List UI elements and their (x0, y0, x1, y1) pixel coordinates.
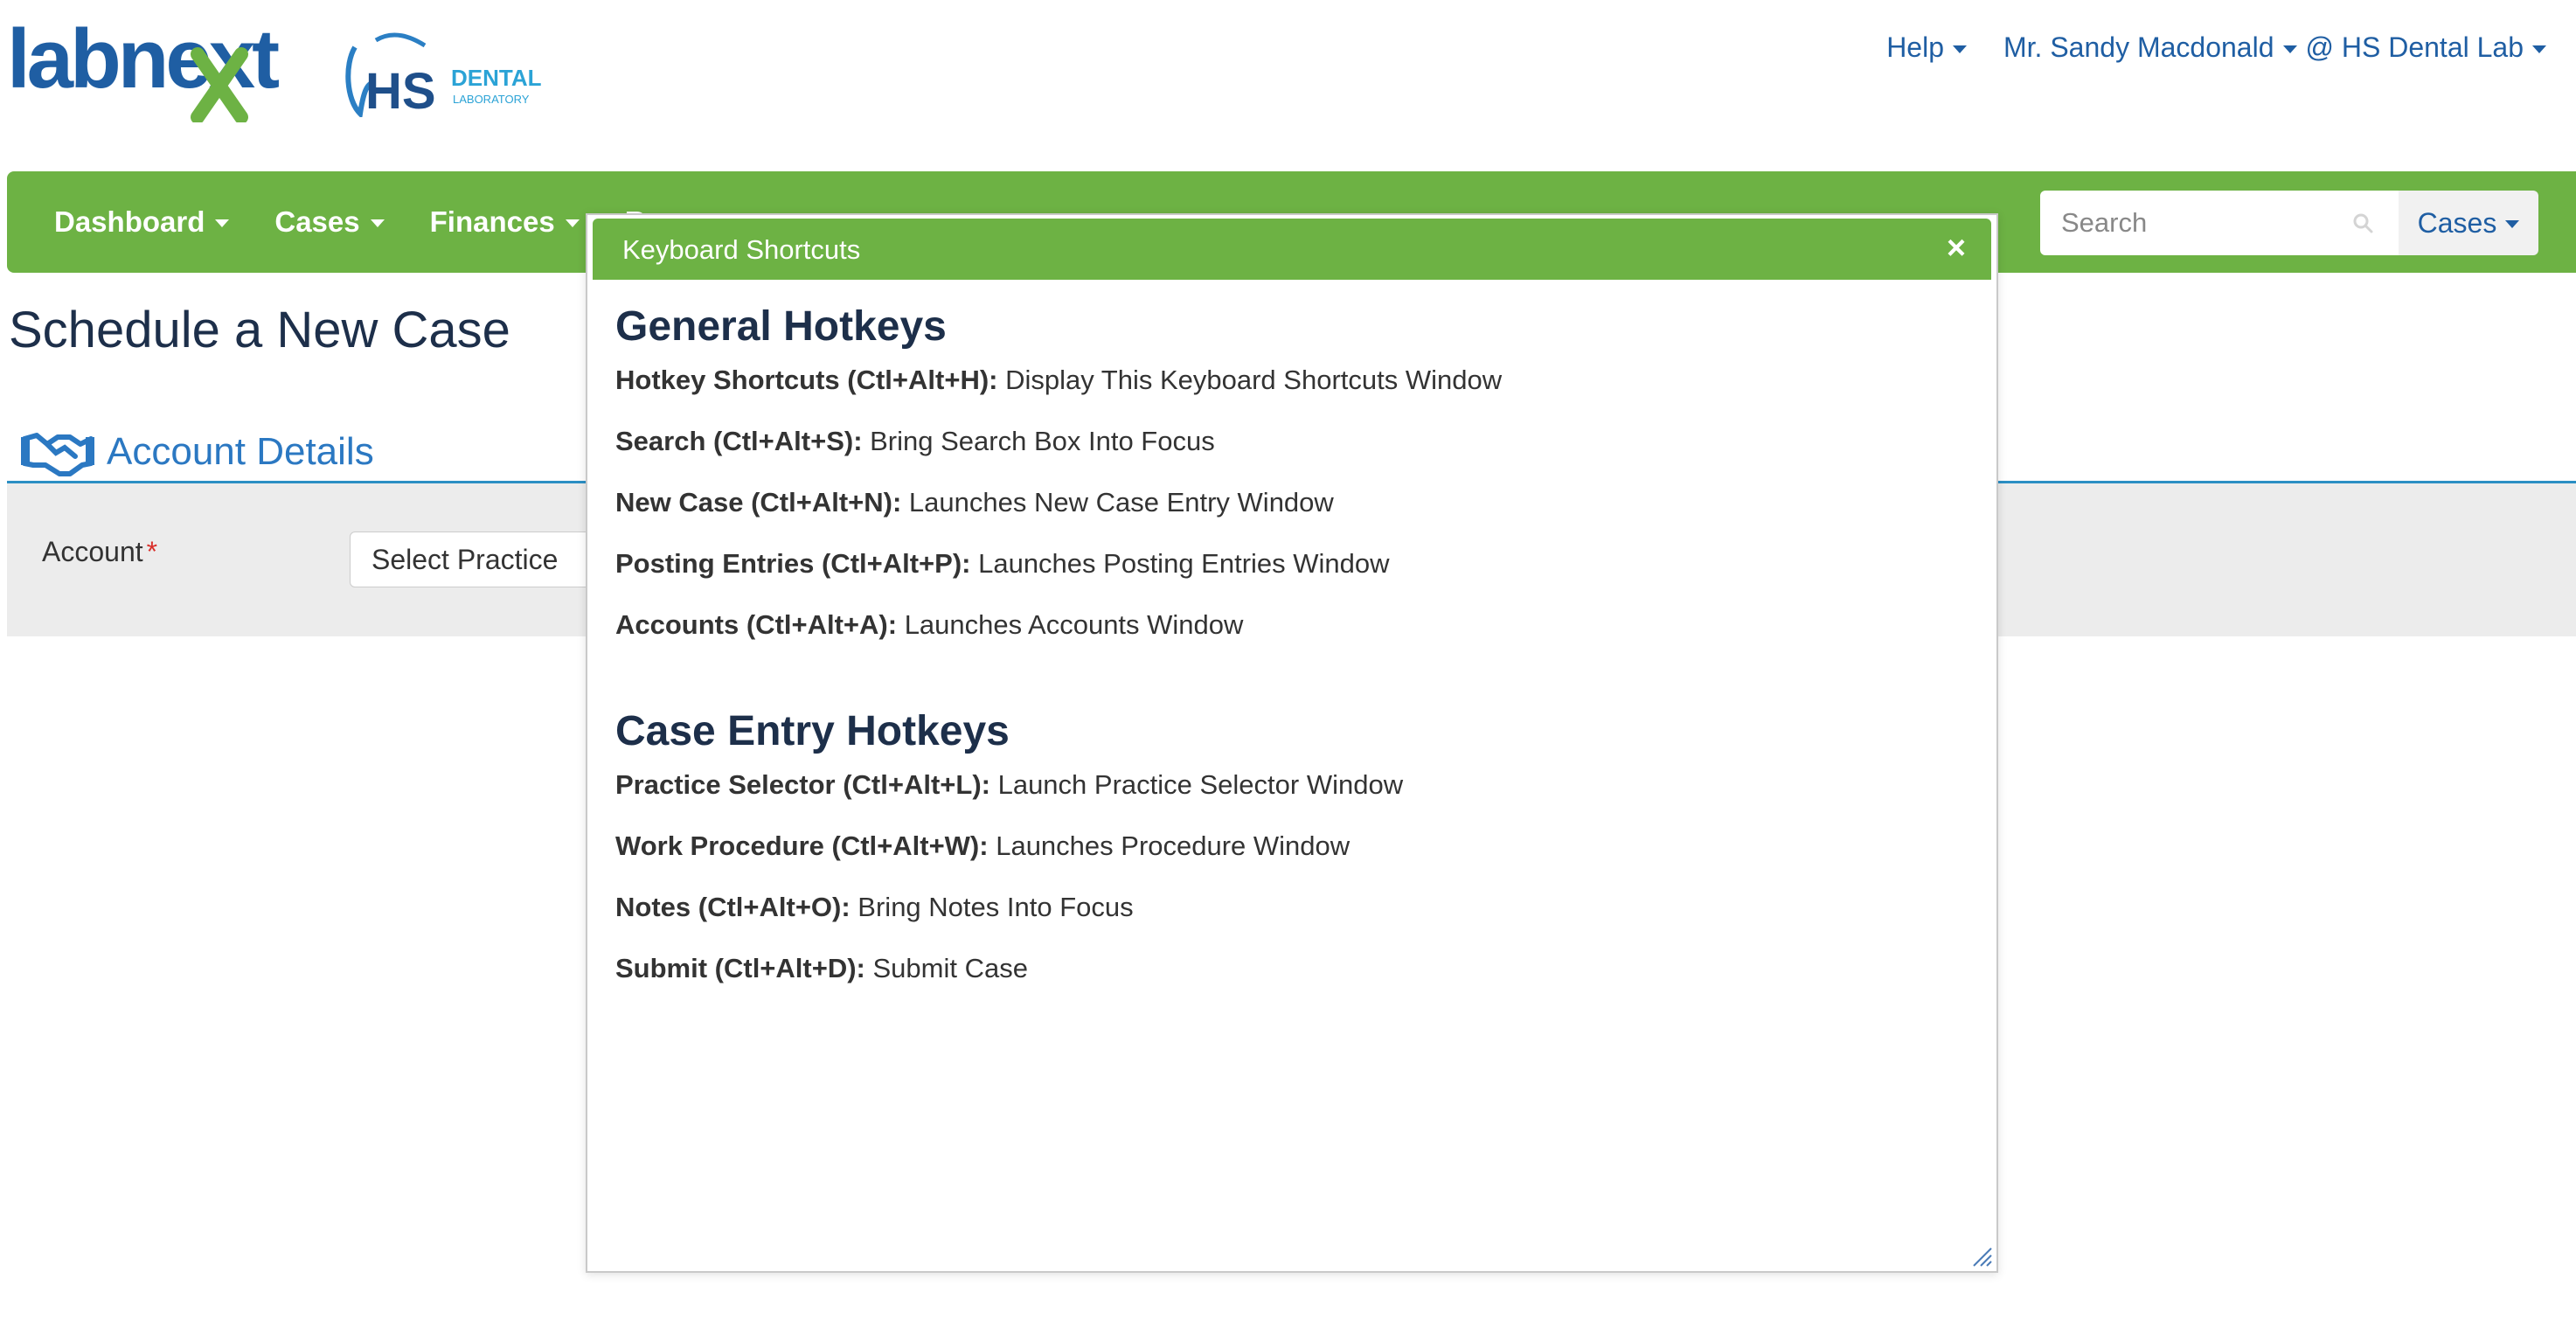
hotkey-key: Posting Entries (Ctl+Alt+P): (615, 548, 971, 579)
section-title: Account Details (107, 430, 374, 473)
required-marker: * (146, 536, 158, 567)
hotkey-desc: Submit Case (864, 953, 1028, 983)
hotkey-key: New Case (Ctl+Alt+N): (615, 487, 902, 518)
hotkey-key: Accounts (Ctl+Alt+A): (615, 609, 898, 640)
hotkey-row: Submit (Ctl+Alt+D): Submit Case (615, 951, 1962, 1012)
modal-header[interactable]: Keyboard Shortcuts × (593, 219, 1991, 280)
nav-dashboard-label: Dashboard (54, 205, 205, 238)
handshake-icon (21, 433, 94, 476)
chevron-down-icon (2505, 220, 2520, 228)
modal-body: General Hotkeys Hotkey Shortcuts (Ctl+Al… (615, 302, 1962, 1012)
hotkey-row: Notes (Ctl+Alt+O): Bring Notes Into Focu… (615, 890, 1962, 951)
help-label: Help (1886, 31, 1944, 63)
hotkey-row: New Case (Ctl+Alt+N): Launches New Case … (615, 485, 1962, 546)
hs-laboratory-text: LABORATORY (453, 93, 530, 106)
search-input[interactable] (2061, 207, 2350, 239)
labnext-logo[interactable]: labnext (7, 19, 313, 122)
hotkey-desc: Display This Keyboard Shortcuts Window (997, 365, 1503, 395)
account-details-header: Account Details (21, 427, 374, 477)
account-label: Account * (42, 536, 157, 568)
nav-cases-label: Cases (274, 205, 360, 238)
hotkey-key: Notes (Ctl+Alt+O): (615, 892, 851, 922)
hotkey-key: Practice Selector (Ctl+Alt+L): (615, 769, 990, 800)
hotkey-row: Practice Selector (Ctl+Alt+L): Launch Pr… (615, 768, 1962, 829)
case-entry-hotkeys-title: Case Entry Hotkeys (615, 708, 1010, 754)
hs-dental-logo: HS DENTAL LABORATORY (345, 32, 542, 117)
hotkey-desc: Launch Practice Selector Window (989, 769, 1404, 800)
hs-letters: HS (365, 63, 436, 117)
chevron-down-icon (2282, 45, 2297, 53)
chevron-down-icon (1953, 45, 1967, 53)
account-label-text: Account (42, 536, 143, 567)
chevron-down-icon (215, 219, 230, 227)
hs-dental-text: DENTAL (451, 65, 542, 91)
help-menu[interactable]: Help (1886, 31, 1967, 64)
hotkey-row: Accounts (Ctl+Alt+A): Launches Accounts … (615, 608, 1962, 669)
hotkey-desc: Bring Notes Into Focus (850, 892, 1134, 922)
search-icon[interactable] (2351, 212, 2374, 234)
nav-finances[interactable]: Finances (430, 205, 580, 239)
nav-items: Dashboard Cases Finances R (54, 171, 646, 273)
hotkey-key: Hotkey Shortcuts (Ctl+Alt+H): (615, 365, 998, 395)
hotkey-key: Submit (Ctl+Alt+D): (615, 953, 865, 983)
search-scope-dropdown[interactable]: Cases (2399, 191, 2538, 255)
hotkey-key: Work Procedure (Ctl+Alt+W): (615, 830, 989, 861)
nav-cases[interactable]: Cases (274, 205, 385, 239)
modal-title: Keyboard Shortcuts (622, 234, 861, 265)
chevron-down-icon (370, 219, 385, 227)
hotkey-row: Work Procedure (Ctl+Alt+W): Launches Pro… (615, 829, 1962, 890)
hotkey-desc: Launches Posting Entries Window (970, 548, 1390, 579)
chevron-down-icon (2532, 45, 2546, 53)
user-name: Mr. Sandy Macdonald (2003, 31, 2274, 63)
user-menu[interactable]: Mr. Sandy Macdonald @ HS Dental Lab (2003, 31, 2546, 64)
lab-name: @ HS Dental Lab (2305, 31, 2524, 63)
nav-finances-label: Finances (429, 205, 555, 238)
select-practice-field[interactable]: Select Practice (350, 532, 612, 587)
chevron-down-icon (565, 219, 580, 227)
close-icon[interactable]: × (1939, 230, 1974, 267)
keyboard-shortcuts-modal: Keyboard Shortcuts × General Hotkeys Hot… (586, 213, 1998, 1273)
nav-search-box (2040, 191, 2399, 255)
hotkey-desc: Launches Procedure Window (988, 830, 1350, 861)
nav-dashboard[interactable]: Dashboard (54, 205, 230, 239)
resize-grip-icon[interactable] (1970, 1245, 1993, 1268)
page-title: Schedule a New Case (9, 302, 510, 358)
hotkey-desc: Launches Accounts Window (897, 609, 1244, 640)
search-scope-label: Cases (2417, 206, 2497, 239)
hotkey-row: Hotkey Shortcuts (Ctl+Alt+H): Display Th… (615, 363, 1962, 424)
top-links: Help Mr. Sandy Macdonald @ HS Dental Lab (1886, 31, 2546, 64)
hotkey-row: Search (Ctl+Alt+S): Bring Search Box Int… (615, 424, 1962, 485)
hotkey-row: Posting Entries (Ctl+Alt+P): Launches Po… (615, 546, 1962, 608)
general-hotkeys-title: General Hotkeys (615, 303, 947, 350)
hotkey-desc: Bring Search Box Into Focus (862, 426, 1215, 456)
hotkey-desc: Launches New Case Entry Window (901, 487, 1334, 518)
hotkey-key: Search (Ctl+Alt+S): (615, 426, 863, 456)
